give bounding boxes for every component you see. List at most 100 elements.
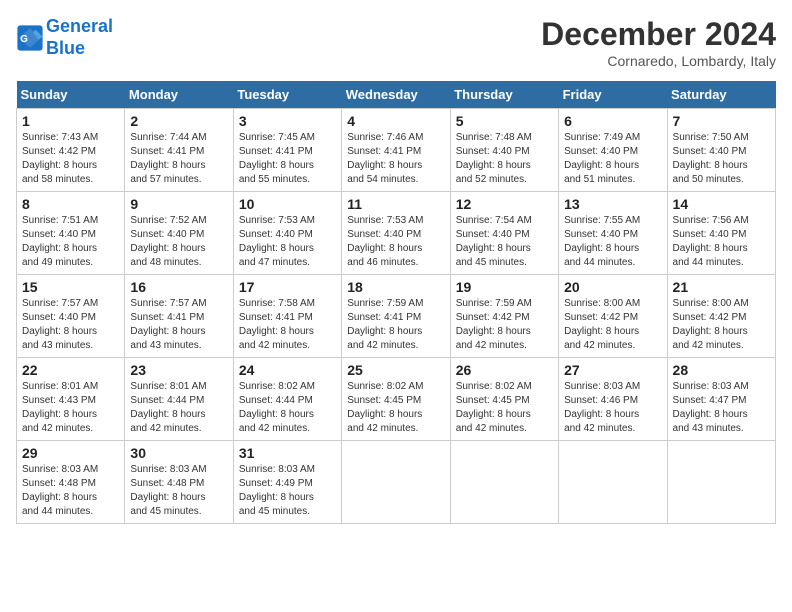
calendar-cell: 10Sunrise: 7:53 AM Sunset: 4:40 PM Dayli… [233,192,341,275]
calendar-cell [342,441,450,524]
day-info: Sunrise: 7:50 AM Sunset: 4:40 PM Dayligh… [673,131,770,187]
calendar-week-row: 8 Sunrise: 7:51 AM Sunset: 4:40 PM Daylig… [17,192,776,275]
day-info: Sunrise: 7:53 AM Sunset: 4:40 PM Dayligh… [347,214,444,270]
calendar-cell: 1Sunrise: 7:43 AM Sunset: 4:42 PM Daylig… [17,109,125,192]
calendar-cell [450,441,558,524]
calendar-cell: 15 Sunrise: 7:57 AM Sunset: 4:40 PM Dayli… [17,275,125,358]
calendar-cell: 5Sunrise: 7:48 AM Sunset: 4:40 PM Daylig… [450,109,558,192]
day-number: 30 [130,445,227,461]
day-info: Sunrise: 7:55 AM Sunset: 4:40 PM Dayligh… [564,214,661,270]
day-number: 26 [456,362,553,378]
calendar-cell: 8 Sunrise: 7:51 AM Sunset: 4:40 PM Daylig… [17,192,125,275]
calendar-week-row: 22 Sunrise: 8:01 AM Sunset: 4:43 PM Dayli… [17,358,776,441]
day-number: 31 [239,445,336,461]
day-number: 4 [347,113,444,129]
day-info: Sunrise: 7:45 AM Sunset: 4:41 PM Dayligh… [239,131,336,187]
day-number: 19 [456,279,553,295]
day-info: Sunrise: 7:49 AM Sunset: 4:40 PM Dayligh… [564,131,661,187]
day-number: 24 [239,362,336,378]
day-info: Sunrise: 7:48 AM Sunset: 4:40 PM Dayligh… [456,131,553,187]
day-info: Sunrise: 8:03 AM Sunset: 4:48 PM Dayligh… [22,463,119,519]
location: Cornaredo, Lombardy, Italy [541,53,776,69]
day-info: Sunrise: 7:56 AM Sunset: 4:40 PM Dayligh… [673,214,770,270]
weekday-header-tuesday: Tuesday [233,81,341,109]
day-info: Sunrise: 7:57 AM Sunset: 4:40 PM Dayligh… [22,297,119,353]
day-number: 11 [347,196,444,212]
calendar-cell: 25Sunrise: 8:02 AM Sunset: 4:45 PM Dayli… [342,358,450,441]
calendar-cell: 19 Sunrise: 7:59 AM Sunset: 4:42 PM Dayli… [450,275,558,358]
day-number: 1 [22,113,119,129]
day-number: 28 [673,362,770,378]
calendar-cell: 9 Sunrise: 7:52 AM Sunset: 4:40 PM Daylig… [125,192,233,275]
day-info: Sunrise: 7:58 AM Sunset: 4:41 PM Dayligh… [239,297,336,353]
svg-text:G: G [20,34,28,45]
day-number: 9 [130,196,227,212]
calendar-week-row: 15 Sunrise: 7:57 AM Sunset: 4:40 PM Dayli… [17,275,776,358]
calendar-cell: 23 Sunrise: 8:01 AM Sunset: 4:44 PM Dayli… [125,358,233,441]
calendar-cell: 29 Sunrise: 8:03 AM Sunset: 4:48 PM Dayli… [17,441,125,524]
calendar-cell: 28 Sunrise: 8:03 AM Sunset: 4:47 PM Dayli… [667,358,775,441]
calendar-cell: 6 Sunrise: 7:49 AM Sunset: 4:40 PM Daylig… [559,109,667,192]
day-number: 27 [564,362,661,378]
day-number: 8 [22,196,119,212]
day-number: 12 [456,196,553,212]
day-number: 3 [239,113,336,129]
day-info: Sunrise: 8:01 AM Sunset: 4:43 PM Dayligh… [22,380,119,436]
calendar-cell: 22 Sunrise: 8:01 AM Sunset: 4:43 PM Dayli… [17,358,125,441]
calendar-week-row: 29 Sunrise: 8:03 AM Sunset: 4:48 PM Dayli… [17,441,776,524]
day-number: 16 [130,279,227,295]
logo-icon: G [16,24,44,52]
calendar-cell: 27 Sunrise: 8:03 AM Sunset: 4:46 PM Dayli… [559,358,667,441]
day-info: Sunrise: 8:03 AM Sunset: 4:47 PM Dayligh… [673,380,770,436]
page-header: G General Blue December 2024 Cornaredo, … [16,16,776,69]
day-number: 23 [130,362,227,378]
day-info: Sunrise: 8:03 AM Sunset: 4:48 PM Dayligh… [130,463,227,519]
day-info: Sunrise: 7:51 AM Sunset: 4:40 PM Dayligh… [22,214,119,270]
day-number: 25 [347,362,444,378]
weekday-header-thursday: Thursday [450,81,558,109]
day-number: 15 [22,279,119,295]
calendar-cell [559,441,667,524]
day-number: 6 [564,113,661,129]
calendar-cell: 21Sunrise: 8:00 AM Sunset: 4:42 PM Dayli… [667,275,775,358]
day-number: 17 [239,279,336,295]
day-info: Sunrise: 7:54 AM Sunset: 4:40 PM Dayligh… [456,214,553,270]
day-info: Sunrise: 8:02 AM Sunset: 4:45 PM Dayligh… [456,380,553,436]
day-info: Sunrise: 7:46 AM Sunset: 4:41 PM Dayligh… [347,131,444,187]
day-info: Sunrise: 8:01 AM Sunset: 4:44 PM Dayligh… [130,380,227,436]
day-info: Sunrise: 7:57 AM Sunset: 4:41 PM Dayligh… [130,297,227,353]
day-number: 7 [673,113,770,129]
calendar-cell: 3 Sunrise: 7:45 AM Sunset: 4:41 PM Daylig… [233,109,341,192]
weekday-header-wednesday: Wednesday [342,81,450,109]
day-number: 20 [564,279,661,295]
day-info: Sunrise: 7:59 AM Sunset: 4:41 PM Dayligh… [347,297,444,353]
day-info: Sunrise: 8:03 AM Sunset: 4:46 PM Dayligh… [564,380,661,436]
day-number: 14 [673,196,770,212]
day-info: Sunrise: 7:52 AM Sunset: 4:40 PM Dayligh… [130,214,227,270]
day-info: Sunrise: 7:59 AM Sunset: 4:42 PM Dayligh… [456,297,553,353]
day-info: Sunrise: 7:44 AM Sunset: 4:41 PM Dayligh… [130,131,227,187]
day-number: 22 [22,362,119,378]
calendar-cell: 18Sunrise: 7:59 AM Sunset: 4:41 PM Dayli… [342,275,450,358]
weekday-header-saturday: Saturday [667,81,775,109]
day-info: Sunrise: 8:02 AM Sunset: 4:44 PM Dayligh… [239,380,336,436]
calendar-cell: 7 Sunrise: 7:50 AM Sunset: 4:40 PM Daylig… [667,109,775,192]
day-number: 21 [673,279,770,295]
day-info: Sunrise: 8:03 AM Sunset: 4:49 PM Dayligh… [239,463,336,519]
calendar-cell: 16 Sunrise: 7:57 AM Sunset: 4:41 PM Dayli… [125,275,233,358]
calendar-cell: 12 Sunrise: 7:54 AM Sunset: 4:40 PM Dayli… [450,192,558,275]
day-number: 29 [22,445,119,461]
day-info: Sunrise: 8:00 AM Sunset: 4:42 PM Dayligh… [564,297,661,353]
calendar-cell: 14 Sunrise: 7:56 AM Sunset: 4:40 PM Dayli… [667,192,775,275]
day-number: 10 [239,196,336,212]
calendar-table: SundayMondayTuesdayWednesdayThursdayFrid… [16,81,776,524]
calendar-cell: 13Sunrise: 7:55 AM Sunset: 4:40 PM Dayli… [559,192,667,275]
weekday-header-friday: Friday [559,81,667,109]
calendar-cell: 17 Sunrise: 7:58 AM Sunset: 4:41 PM Dayli… [233,275,341,358]
calendar-cell: 2Sunrise: 7:44 AM Sunset: 4:41 PM Daylig… [125,109,233,192]
calendar-header-row: SundayMondayTuesdayWednesdayThursdayFrid… [17,81,776,109]
calendar-cell: 4 Sunrise: 7:46 AM Sunset: 4:41 PM Daylig… [342,109,450,192]
month-title: December 2024 [541,16,776,53]
title-area: December 2024 Cornaredo, Lombardy, Italy [541,16,776,69]
calendar-cell: 26 Sunrise: 8:02 AM Sunset: 4:45 PM Dayli… [450,358,558,441]
